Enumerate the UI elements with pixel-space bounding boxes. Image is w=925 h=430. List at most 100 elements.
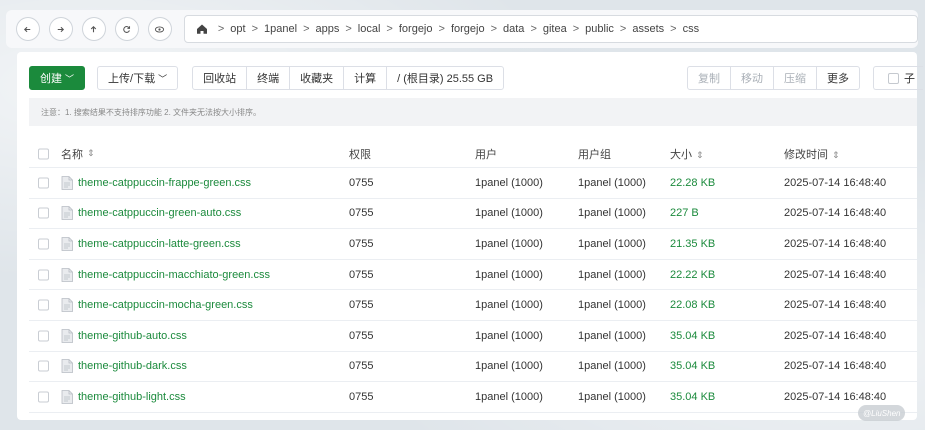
table-row[interactable]: theme-catppuccin-mocha-green.css 0755 1pan… xyxy=(29,290,917,321)
row-checkbox[interactable] xyxy=(38,330,49,342)
row-checkbox[interactable] xyxy=(38,238,49,250)
create-button[interactable]: 创建 ﹀ xyxy=(29,66,86,90)
user-cell[interactable]: 1panel (1000) xyxy=(475,299,543,311)
create-label: 创建 xyxy=(40,73,62,85)
group-cell[interactable]: 1panel (1000) xyxy=(578,238,646,250)
file-name-link[interactable]: theme-github-light.css xyxy=(78,391,186,403)
copy-button[interactable]: 复制 xyxy=(687,66,731,90)
file-name-link[interactable]: theme-catppuccin-macchiato-green.css xyxy=(78,269,270,281)
breadcrumb-item[interactable]: forgejo xyxy=(451,23,485,35)
table-row[interactable]: theme-catppuccin-green-auto.css 0755 1pane… xyxy=(29,199,917,230)
perm-cell[interactable]: 0755 xyxy=(349,360,373,372)
terminal-button[interactable]: 终端 xyxy=(246,66,291,90)
group-cell[interactable]: 1panel (1000) xyxy=(578,330,646,342)
file-name-link[interactable]: theme-catppuccin-green-auto.css xyxy=(78,207,241,219)
home-icon[interactable] xyxy=(195,22,209,36)
breadcrumb-item[interactable]: forgejo xyxy=(399,23,433,35)
header-time[interactable]: 修改时间 ⇕ xyxy=(784,146,840,162)
user-cell[interactable]: 1panel (1000) xyxy=(475,207,543,219)
row-checkbox[interactable] xyxy=(38,177,49,189)
table-row[interactable]: theme-github-auto.css 0755 1panel (1000) 1p… xyxy=(29,321,917,352)
file-name-link[interactable]: theme-github-auto.css xyxy=(78,330,187,342)
breadcrumb-item[interactable]: 1panel xyxy=(264,23,297,35)
size-cell[interactable]: 21.35 KB xyxy=(670,238,715,250)
table-row[interactable]: theme-catppuccin-macchiato-green.css 0755… xyxy=(29,260,917,291)
group-cell[interactable]: 1panel (1000) xyxy=(578,360,646,372)
path-toolbar: > opt >1panel > apps > local > forgejo > forgejo > d… xyxy=(6,10,918,48)
table-row[interactable]: theme-catppuccin-frappe-green.css 0755 1pa… xyxy=(29,168,917,199)
breadcrumb-item[interactable]: data xyxy=(503,23,524,35)
group-cell[interactable]: 1panel (1000) xyxy=(578,269,646,281)
up-icon xyxy=(91,25,97,32)
root-size-button[interactable]: / (根目录) 25.55 GB xyxy=(386,66,505,90)
row-checkbox[interactable] xyxy=(38,299,49,311)
time-cell: 2025-07-14 16:48:40 xyxy=(784,360,887,373)
time-cell: 2025-07-14 16:48:40 xyxy=(784,207,887,220)
tools-button-group: 回收站 终端 收藏夹 计算 / (根目录) 25.55 GB xyxy=(192,66,505,90)
favorites-button[interactable]: 收藏夹 xyxy=(289,66,345,90)
header-name[interactable]: 名称 ⇕ xyxy=(61,146,95,162)
user-cell[interactable]: 1panel (1000) xyxy=(475,177,543,189)
row-checkbox[interactable] xyxy=(38,269,49,281)
refresh-button[interactable] xyxy=(114,17,139,41)
user-cell[interactable]: 1panel (1000) xyxy=(475,330,543,342)
path-breadcrumb[interactable]: > opt >1panel > apps > local > forgejo > forgejo > d… xyxy=(183,15,918,43)
size-cell[interactable]: 22.28 KB xyxy=(670,177,715,189)
compress-button[interactable]: 压缩 xyxy=(773,66,817,90)
perm-cell[interactable]: 0755 xyxy=(349,207,373,219)
group-cell[interactable]: 1panel (1000) xyxy=(578,177,646,189)
user-cell[interactable]: 1panel (1000) xyxy=(475,269,543,281)
perm-cell[interactable]: 0755 xyxy=(349,299,373,311)
size-cell[interactable]: 22.22 KB xyxy=(670,269,715,281)
back-button[interactable] xyxy=(16,17,40,41)
perm-cell[interactable]: 0755 xyxy=(349,269,373,281)
perm-cell[interactable]: 0755 xyxy=(349,238,373,250)
breadcrumb-item[interactable]: assets xyxy=(632,23,664,35)
breadcrumb-item[interactable]: public xyxy=(585,23,614,35)
perm-cell[interactable]: 0755 xyxy=(349,391,373,403)
file-name-link[interactable]: theme-catppuccin-latte-green.css xyxy=(78,238,241,250)
file-name-link[interactable]: theme-catppuccin-mocha-green.css xyxy=(78,299,253,311)
breadcrumb-item[interactable]: local xyxy=(358,23,381,35)
up-button[interactable] xyxy=(81,17,106,41)
calculate-button[interactable]: 计算 xyxy=(343,66,388,90)
breadcrumb-separator: > xyxy=(530,23,537,35)
size-cell[interactable]: 35.04 KB xyxy=(670,360,715,372)
size-cell[interactable]: 35.04 KB xyxy=(670,330,715,342)
breadcrumb-item[interactable]: css xyxy=(683,23,700,35)
more-button[interactable]: 更多 xyxy=(816,66,860,90)
user-cell[interactable]: 1panel (1000) xyxy=(475,238,543,250)
breadcrumb-item[interactable]: opt xyxy=(230,23,245,35)
breadcrumb-item[interactable]: apps xyxy=(316,23,340,35)
select-all-checkbox[interactable] xyxy=(38,148,49,159)
sort-icon: ⇕ xyxy=(832,149,840,160)
group-cell[interactable]: 1panel (1000) xyxy=(578,207,646,219)
table-row[interactable]: theme-github-dark.css 0755 1panel (1000) 1p… xyxy=(29,352,917,383)
row-checkbox[interactable] xyxy=(38,207,49,219)
size-cell[interactable]: 227 B xyxy=(670,207,699,219)
subdirectory-checkbox[interactable] xyxy=(888,72,899,84)
table-row[interactable]: theme-github-light.css 0755 1panel (1000) 1… xyxy=(29,382,917,413)
perm-cell[interactable]: 0755 xyxy=(349,330,373,342)
group-cell[interactable]: 1panel (1000) xyxy=(578,391,646,403)
group-cell[interactable]: 1panel (1000) xyxy=(578,299,646,311)
view-button[interactable] xyxy=(147,17,172,41)
table-row[interactable]: theme-catppuccin-latte-green.css 0755 1pan… xyxy=(29,229,917,260)
breadcrumb-item[interactable]: gitea xyxy=(543,23,567,35)
file-name-link[interactable]: theme-catppuccin-frappe-green.css xyxy=(78,177,251,189)
move-button[interactable]: 移动 xyxy=(730,66,774,90)
row-checkbox[interactable] xyxy=(38,391,49,403)
forward-button[interactable] xyxy=(48,17,73,41)
header-size[interactable]: 大小 ⇕ xyxy=(670,146,704,162)
breadcrumb-separator: > xyxy=(386,23,393,35)
perm-cell[interactable]: 0755 xyxy=(349,177,373,189)
size-cell[interactable]: 35.04 KB xyxy=(670,391,715,403)
subdirectory-toggle[interactable]: 子 xyxy=(873,66,923,90)
size-cell[interactable]: 22.08 KB xyxy=(670,299,715,311)
row-checkbox[interactable] xyxy=(38,360,49,372)
recycle-bin-button[interactable]: 回收站 xyxy=(192,66,248,90)
upload-download-button[interactable]: 上传/下载 ﹀ xyxy=(97,66,179,90)
file-name-link[interactable]: theme-github-dark.css xyxy=(78,360,187,372)
user-cell[interactable]: 1panel (1000) xyxy=(475,360,543,372)
user-cell[interactable]: 1panel (1000) xyxy=(475,391,543,403)
